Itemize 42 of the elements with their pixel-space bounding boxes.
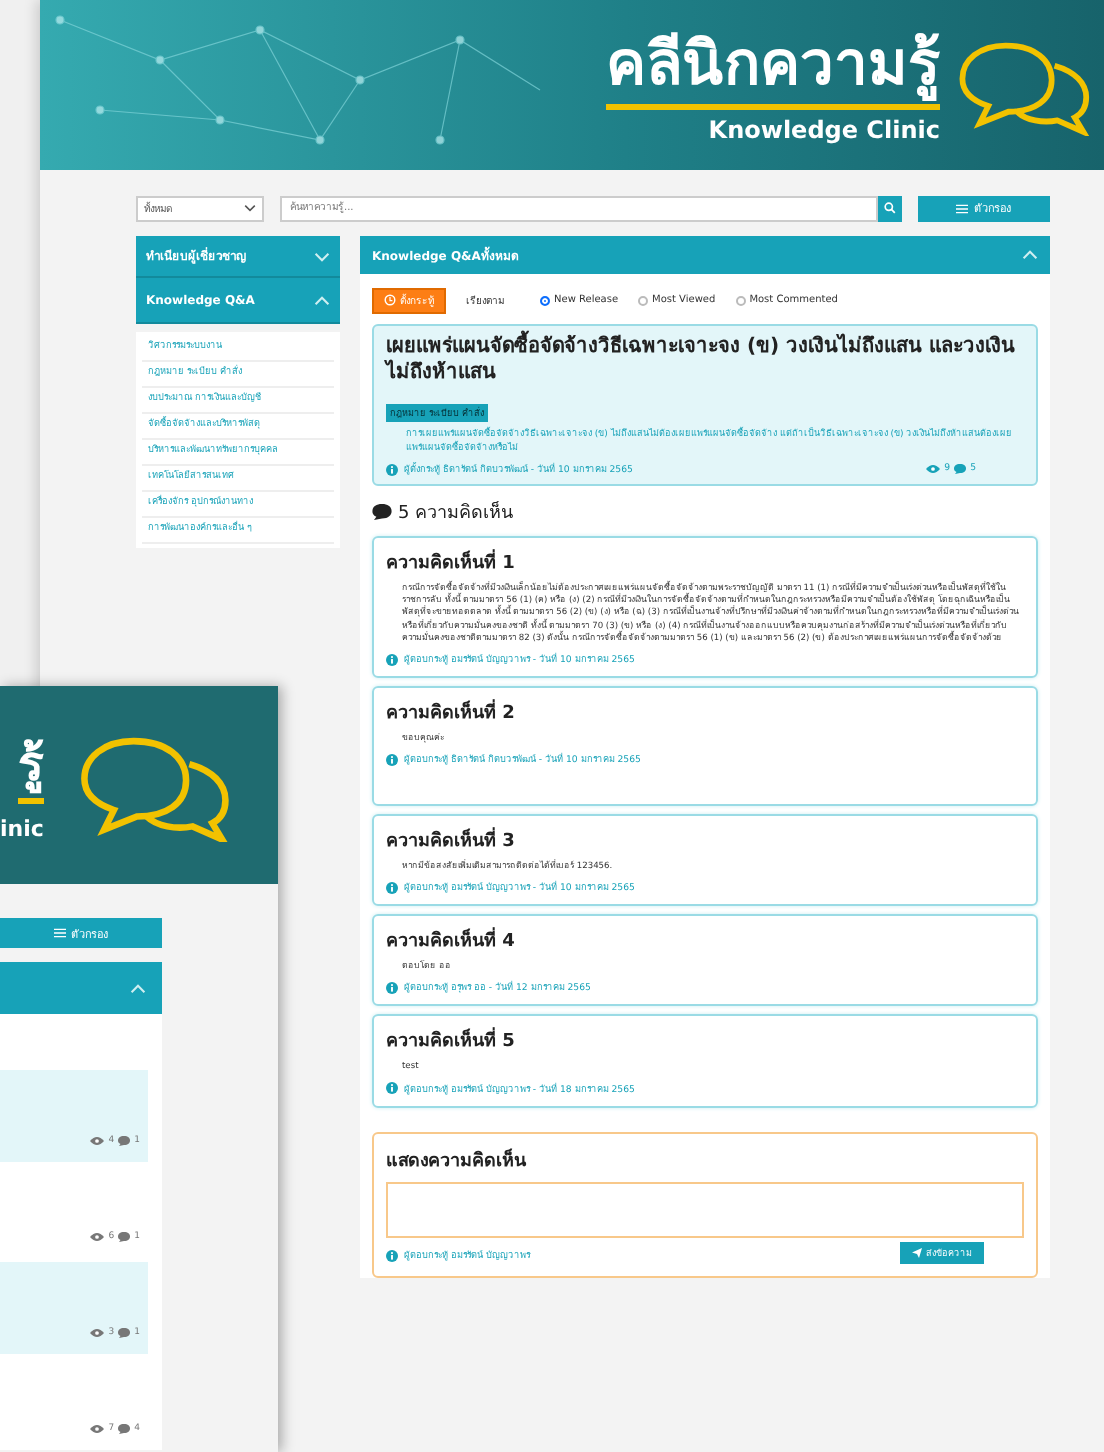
comment-input[interactable]	[386, 1181, 1024, 1238]
info-icon	[386, 981, 398, 994]
comments-icon	[372, 504, 392, 520]
comment-icon	[118, 1328, 131, 1338]
comment-title: ความคิดเห็นที่ 4	[386, 926, 1024, 955]
paper-plane-icon	[912, 1247, 922, 1258]
chevron-down-icon[interactable]	[314, 251, 330, 261]
eye-icon	[90, 1136, 105, 1146]
eye-icon	[90, 1424, 105, 1434]
comment-icon	[118, 1136, 131, 1146]
comment-icon	[118, 1232, 131, 1242]
list-icon	[53, 928, 65, 938]
chevron-up-icon[interactable]	[130, 983, 146, 993]
info-icon	[386, 1249, 398, 1262]
site-title: คลีนิกความรู้	[606, 27, 940, 109]
eye-icon	[926, 464, 941, 474]
comment-title: ความคิดเห็นที่ 1	[386, 548, 1024, 576]
comment-title: ความคิดเห็นที่ 5	[386, 1026, 1024, 1055]
comments-heading: 5 ความคิดเห็น	[398, 499, 514, 526]
search-button[interactable]	[878, 195, 902, 221]
reply-title: แสดงความคิดเห็น	[386, 1146, 528, 1174]
list-icon	[956, 203, 968, 213]
comment-title: ความคิดเห็นที่ 2	[386, 698, 1024, 727]
site-subtitle: inic	[0, 815, 44, 841]
info-icon	[386, 753, 398, 766]
chevron-up-icon[interactable]	[1022, 250, 1038, 260]
comment-icon	[954, 464, 967, 474]
search-icon	[884, 202, 896, 214]
site-title: รู้	[17, 729, 44, 803]
info-icon	[386, 653, 398, 666]
comment-icon	[118, 1424, 131, 1434]
eye-icon	[90, 1232, 105, 1242]
comment-title: ความคิดเห็นที่ 3	[386, 826, 1024, 855]
info-icon	[386, 881, 398, 894]
site-subtitle: Knowledge Clinic	[708, 115, 940, 143]
eye-icon	[90, 1328, 105, 1338]
info-icon	[386, 463, 398, 475]
info-icon	[386, 1082, 398, 1095]
chevron-down-icon	[244, 204, 256, 212]
question-title: เผยแพร่แผนจัดซื้อจัดจ้างวิธีเฉพาะเจาะจง (ข) วงเงินไม่ถึงแสน และวงเงินไม่ถึงห้าแสน	[386, 334, 1024, 386]
clock-icon	[384, 294, 396, 306]
chevron-up-icon[interactable]	[314, 295, 330, 305]
